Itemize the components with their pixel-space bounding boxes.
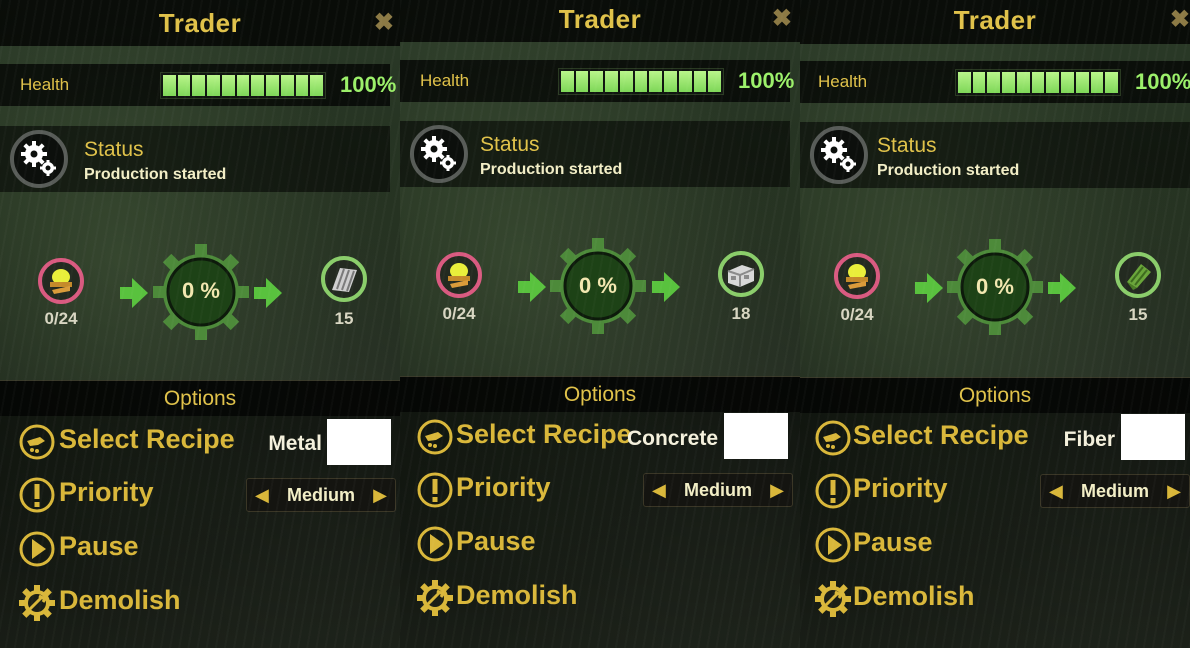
arrow-right-icon bbox=[518, 272, 546, 302]
arrow-right-icon bbox=[1048, 273, 1076, 303]
gears-icon bbox=[810, 126, 868, 184]
demolish-button[interactable]: Demolish bbox=[456, 580, 578, 611]
status-text: Production started bbox=[480, 161, 623, 178]
chevron-right-icon[interactable]: ▶ bbox=[373, 485, 387, 506]
options-header: Options bbox=[0, 380, 400, 416]
demolish-button[interactable]: Demolish bbox=[853, 581, 975, 612]
close-icon[interactable]: ✖ bbox=[772, 4, 792, 33]
demolish-gear-icon bbox=[815, 581, 851, 617]
output-count: 15 bbox=[334, 309, 354, 328]
status-title: Status bbox=[877, 134, 937, 157]
options-title: Options bbox=[163, 387, 237, 410]
panel-title: Trader bbox=[953, 5, 1037, 35]
pause-icon bbox=[815, 527, 851, 563]
input-count: 0/24 bbox=[840, 305, 874, 324]
health-row: Health 100% bbox=[0, 64, 396, 106]
health-row: Health 100% bbox=[400, 60, 794, 102]
health-percent: 100% bbox=[340, 72, 397, 97]
status-title: Status bbox=[480, 133, 540, 156]
fiber-bundle-icon[interactable] bbox=[1115, 252, 1161, 298]
trader-panel-concrete: Trader ✖ Health 100% Status Production s… bbox=[400, 0, 800, 648]
title-bar: Trader ✖ bbox=[800, 0, 1190, 44]
recipe-preview[interactable] bbox=[1121, 414, 1185, 460]
recipe-value: Metal bbox=[268, 432, 322, 455]
pause-button[interactable]: Pause bbox=[456, 526, 536, 557]
priority-selector[interactable]: ◀ Medium ▶ bbox=[643, 473, 793, 507]
gears-icon bbox=[10, 130, 68, 188]
options-title: Options bbox=[958, 384, 1032, 407]
trader-panel-fiber: Trader ✖ Health 100% Status Production s… bbox=[800, 0, 1190, 648]
status-row: Status Production started bbox=[800, 122, 1190, 188]
recipe-preview[interactable] bbox=[327, 419, 391, 465]
options-header: Options bbox=[400, 376, 800, 412]
health-percent: 100% bbox=[738, 68, 795, 93]
priority-exclamation-icon bbox=[417, 472, 453, 508]
recipe-hand-icon bbox=[417, 419, 453, 455]
arrow-right-icon bbox=[915, 273, 943, 303]
health-label: Health bbox=[818, 72, 868, 91]
progress-percent: 0 % bbox=[579, 273, 617, 298]
chevron-right-icon[interactable]: ▶ bbox=[770, 480, 784, 501]
options-header: Options bbox=[800, 377, 1190, 413]
priority-label: Priority bbox=[456, 472, 551, 502]
title-bar: Trader ✖ bbox=[400, 0, 800, 42]
pause-icon bbox=[19, 531, 55, 567]
worker-helmet-icon[interactable] bbox=[436, 252, 482, 298]
priority-label: Priority bbox=[59, 477, 154, 507]
health-label: Health bbox=[20, 75, 70, 94]
options-title: Options bbox=[563, 383, 637, 406]
arrow-right-icon bbox=[254, 278, 282, 308]
status-text: Production started bbox=[877, 162, 1020, 179]
pause-button[interactable]: Pause bbox=[59, 531, 139, 562]
status-text: Production started bbox=[84, 166, 227, 183]
gears-icon bbox=[410, 125, 468, 183]
recipe-value: Fiber bbox=[1063, 428, 1115, 451]
chevron-right-icon[interactable]: ▶ bbox=[1167, 481, 1181, 502]
input-count: 0/24 bbox=[442, 304, 476, 323]
output-count: 15 bbox=[1128, 305, 1148, 324]
title-bar: Trader ✖ bbox=[0, 0, 400, 46]
health-label: Health bbox=[420, 71, 470, 90]
progress-percent: 0 % bbox=[976, 274, 1014, 299]
pause-icon bbox=[417, 526, 453, 562]
status-title: Status bbox=[84, 138, 144, 161]
pause-button[interactable]: Pause bbox=[853, 527, 933, 558]
demolish-button[interactable]: Demolish bbox=[59, 585, 181, 616]
panel-title: Trader bbox=[558, 4, 642, 34]
panel-title: Trader bbox=[158, 8, 242, 38]
output-count: 18 bbox=[731, 304, 751, 323]
health-bar bbox=[955, 69, 1121, 96]
close-icon[interactable]: ✖ bbox=[374, 8, 394, 37]
health-bar bbox=[160, 72, 326, 99]
recipe-hand-icon bbox=[815, 420, 851, 456]
demolish-gear-icon bbox=[19, 585, 55, 621]
health-row: Health 100% bbox=[800, 61, 1190, 103]
status-row: Status Production started bbox=[400, 121, 790, 187]
recipe-preview[interactable] bbox=[724, 413, 788, 459]
worker-helmet-icon[interactable] bbox=[834, 253, 880, 299]
arrow-right-icon bbox=[120, 278, 148, 308]
close-icon[interactable]: ✖ bbox=[1170, 5, 1190, 34]
recipe-hand-icon bbox=[19, 424, 55, 460]
progress-percent: 0 % bbox=[182, 278, 220, 303]
priority-exclamation-icon bbox=[19, 477, 55, 513]
arrow-right-icon bbox=[652, 272, 680, 302]
input-count: 0/24 bbox=[44, 309, 78, 328]
health-bar bbox=[558, 68, 724, 95]
concrete-block-icon[interactable] bbox=[718, 251, 764, 297]
health-percent: 100% bbox=[1135, 69, 1190, 94]
priority-label: Priority bbox=[853, 473, 948, 503]
status-row: Status Production started bbox=[0, 126, 390, 192]
recipe-value: Concrete bbox=[626, 427, 718, 450]
priority-selector[interactable]: ◀ Medium ▶ bbox=[246, 478, 396, 512]
trader-panel-metal: Trader ✖ Health 100% Status Production s… bbox=[0, 0, 400, 648]
worker-helmet-icon[interactable] bbox=[38, 258, 84, 304]
priority-exclamation-icon bbox=[815, 473, 851, 509]
metal-sheet-icon[interactable] bbox=[321, 256, 367, 302]
priority-selector[interactable]: ◀ Medium ▶ bbox=[1040, 474, 1190, 508]
demolish-gear-icon bbox=[417, 580, 453, 616]
